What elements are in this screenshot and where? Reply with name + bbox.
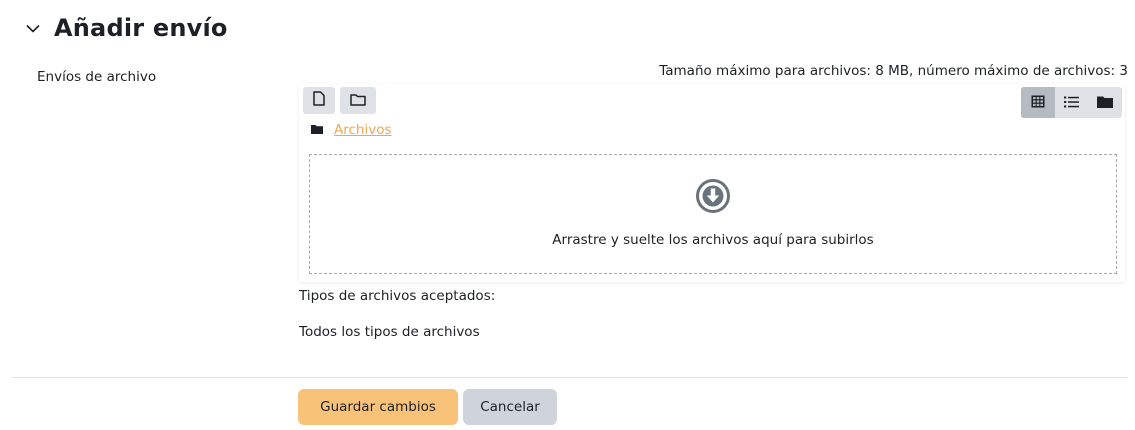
save-button[interactable]: Guardar cambios xyxy=(298,389,458,425)
view-list-button[interactable] xyxy=(1055,87,1089,118)
dropzone-text: Arrastre y suelte los archivos aquí para… xyxy=(552,232,874,248)
view-switcher xyxy=(1021,87,1122,118)
file-manager-toolbar xyxy=(299,84,1125,118)
file-icon xyxy=(313,91,325,110)
list-icon xyxy=(1064,93,1079,112)
section-title: Añadir envío xyxy=(54,14,228,42)
cancel-button[interactable]: Cancelar xyxy=(463,389,557,425)
view-icons-button[interactable] xyxy=(1021,87,1055,118)
file-manager: Archivos Arrastre y suelte los archivos … xyxy=(299,84,1125,282)
folder-icon xyxy=(311,122,323,138)
max-size-info: Tamaño máximo para archivos: 8 MB, númer… xyxy=(659,63,1128,79)
field-label: Envíos de archivo xyxy=(37,69,157,85)
accepted-types-label: Tipos de archivos aceptados: xyxy=(299,288,496,304)
accepted-types-value: Todos los tipos de archivos xyxy=(299,324,480,340)
breadcrumb-root-link[interactable]: Archivos xyxy=(334,122,392,138)
chevron-down-icon[interactable] xyxy=(22,17,44,39)
create-folder-button[interactable] xyxy=(340,87,376,114)
grid-icon xyxy=(1031,93,1045,112)
page: Añadir envío Envíos de archivo Tamaño má… xyxy=(0,0,1135,430)
folder-tree-icon xyxy=(1097,93,1114,112)
section-header: Añadir envío xyxy=(22,14,228,42)
view-tree-button[interactable] xyxy=(1088,87,1122,118)
add-file-button[interactable] xyxy=(303,87,335,114)
breadcrumb: Archivos xyxy=(311,122,392,138)
folder-outline-icon xyxy=(350,91,366,110)
divider xyxy=(12,377,1128,378)
dropzone[interactable]: Arrastre y suelte los archivos aquí para… xyxy=(309,154,1117,274)
download-circle-icon xyxy=(695,178,731,218)
